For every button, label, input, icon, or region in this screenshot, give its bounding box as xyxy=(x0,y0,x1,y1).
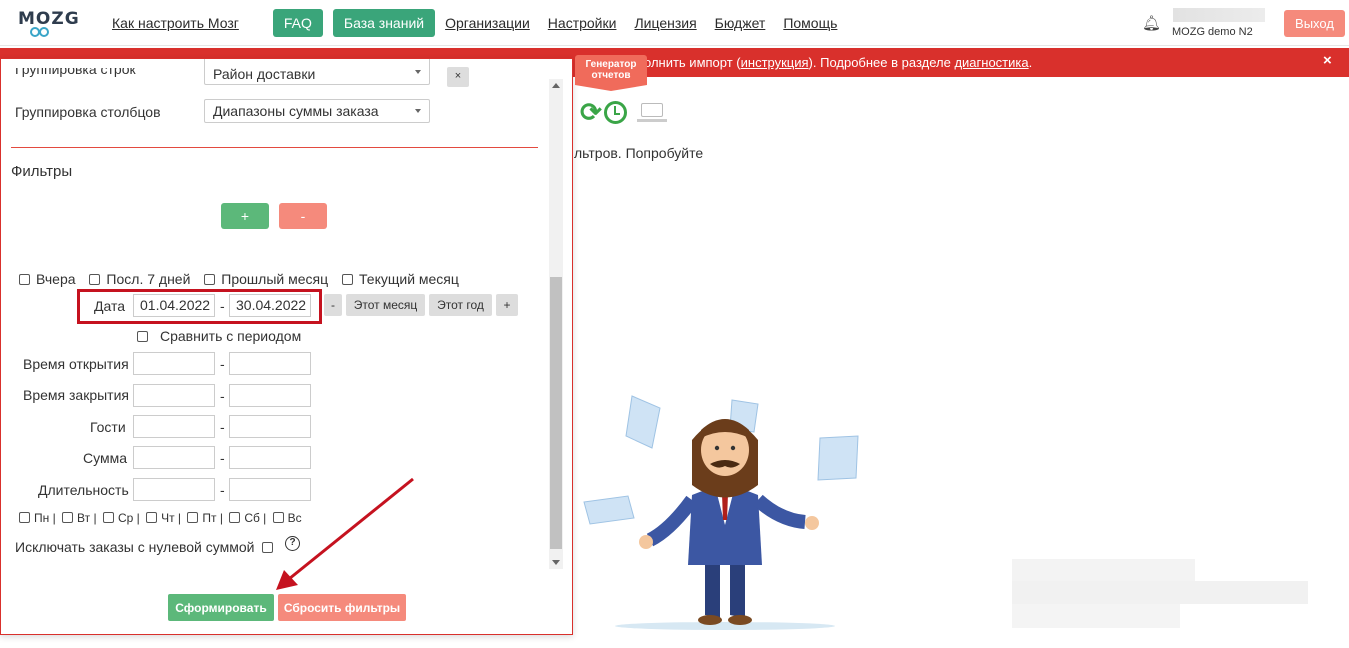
weekday-thu[interactable]: Чт | xyxy=(146,511,181,525)
sum-to[interactable] xyxy=(229,446,311,469)
date-prev-button[interactable]: - xyxy=(324,294,342,316)
duration-label: Длительность xyxy=(38,482,129,498)
blurred-area-3 xyxy=(1012,604,1180,628)
logo-drops-icon xyxy=(30,27,49,37)
duration-from[interactable] xyxy=(133,478,215,501)
col-grouping-label: Группировка столбцов xyxy=(15,104,161,120)
quick-current-month[interactable]: Текущий месяц xyxy=(342,271,459,287)
quick-last-month[interactable]: Прошлый месяц xyxy=(204,271,328,287)
weekday-fri[interactable]: Пт | xyxy=(187,511,223,525)
nav-link-help[interactable]: Помощь xyxy=(783,15,837,31)
main-nav: Как настроить Мозг FAQ База знаний Орган… xyxy=(112,0,855,46)
date-next-button[interactable]: + xyxy=(496,294,518,316)
nav-button-faq[interactable]: FAQ xyxy=(272,9,323,37)
top-navbar: MOZG Как настроить Мозг FAQ База знаний … xyxy=(0,0,1349,46)
close-time-to[interactable] xyxy=(229,384,311,407)
panel-scrollbar[interactable] xyxy=(549,79,563,569)
col-grouping-select[interactable]: Диапазоны суммы заказа xyxy=(204,99,430,123)
nav-link-setup[interactable]: Как настроить Мозг xyxy=(112,15,239,31)
exclude-zero-checkbox[interactable] xyxy=(262,542,274,553)
this-year-button[interactable]: Этот год xyxy=(429,294,492,316)
this-month-button[interactable]: Этот месяц xyxy=(346,294,425,316)
quick-period-options: Вчера Посл. 7 дней Прошлый месяц Текущий… xyxy=(19,271,469,287)
alert-link-diagnostics[interactable]: диагностика xyxy=(954,55,1028,70)
date-label: Дата xyxy=(94,298,126,314)
nav-link-license[interactable]: Лицензия xyxy=(634,15,696,31)
logout-button[interactable]: Выход xyxy=(1284,10,1345,37)
reset-filters-button[interactable]: Сбросить фильтры xyxy=(278,594,406,621)
remove-filter-button[interactable]: - xyxy=(279,203,327,229)
weekday-wed[interactable]: Ср | xyxy=(102,511,140,525)
scroll-up-icon[interactable] xyxy=(552,83,560,88)
exclude-zero-label: Исключать заказы с нулевой суммой xyxy=(15,539,279,555)
nav-link-budget[interactable]: Бюджет xyxy=(715,15,766,31)
guests-label: Гости xyxy=(90,419,126,435)
sum-label: Сумма xyxy=(83,450,127,466)
close-time-from[interactable] xyxy=(133,384,215,407)
filters-title: Фильтры xyxy=(11,163,73,180)
sum-from[interactable] xyxy=(133,446,215,469)
weekday-sun[interactable]: Вс xyxy=(272,511,302,525)
open-time-to[interactable] xyxy=(229,352,311,375)
row-grouping-label: Группировка строк xyxy=(15,68,136,77)
alert-text: олнить импорт (инструкция). Подробнее в … xyxy=(644,55,1033,70)
nav-link-settings[interactable]: Настройки xyxy=(548,15,617,31)
user-name[interactable]: MOZG demo N2 xyxy=(1172,26,1253,38)
weekday-mon[interactable]: Пн | xyxy=(19,511,56,525)
filter-panel-scroll-area: Группировка строк Район доставки × Групп… xyxy=(1,59,547,569)
report-toolbar: ⟳ xyxy=(580,99,667,125)
alert-link-instruction[interactable]: инструкция xyxy=(741,55,809,70)
blurred-area-1 xyxy=(1012,559,1195,581)
empty-hint-text: льтров. Попробуйте xyxy=(574,145,704,161)
help-icon[interactable]: ? xyxy=(285,536,300,551)
clock-icon[interactable] xyxy=(603,100,627,124)
blurred-area-2 xyxy=(1012,581,1308,604)
close-time-label: Время закрытия xyxy=(23,387,129,403)
user-avatar-blurred xyxy=(1173,8,1265,22)
weekday-options: Пн | Вт | Ср | Чт | Пт | Сб | Вс xyxy=(19,511,305,525)
quick-last-7-days[interactable]: Посл. 7 дней xyxy=(89,271,190,287)
remove-grouping-button[interactable]: × xyxy=(447,67,469,87)
date-from-input[interactable]: 01.04.2022 xyxy=(133,294,215,317)
generate-report-button[interactable]: Сформировать xyxy=(168,594,274,621)
bell-icon[interactable]: 🔔︎ xyxy=(1142,14,1161,32)
alert-close-icon[interactable]: × xyxy=(1323,52,1332,69)
laptop-icon[interactable] xyxy=(636,103,667,122)
quick-yesterday[interactable]: Вчера xyxy=(19,271,76,287)
report-generator-tab[interactable]: Генератор отчетов xyxy=(575,55,647,91)
duration-to[interactable] xyxy=(229,478,311,501)
date-to-input[interactable]: 30.04.2022 xyxy=(229,294,311,317)
compare-period-checkbox[interactable]: Сравнить с периодом xyxy=(137,328,301,344)
row-grouping-select[interactable]: Район доставки xyxy=(204,59,430,85)
guests-to[interactable] xyxy=(229,415,311,438)
nav-button-knowledge-base[interactable]: База знаний xyxy=(332,9,436,37)
scroll-down-icon[interactable] xyxy=(552,560,560,565)
weekday-tue[interactable]: Вт | xyxy=(62,511,97,525)
add-filter-button[interactable]: + xyxy=(221,203,269,229)
open-time-label: Время открытия xyxy=(23,356,129,372)
refresh-icon[interactable]: ⟳ xyxy=(580,99,602,125)
weekday-sat[interactable]: Сб | xyxy=(229,511,266,525)
scroll-thumb[interactable] xyxy=(550,277,562,549)
guests-from[interactable] xyxy=(133,415,215,438)
filter-panel: Группировка строк Район доставки × Групп… xyxy=(0,58,573,635)
section-divider xyxy=(11,147,538,148)
open-time-from[interactable] xyxy=(133,352,215,375)
nav-link-organizations[interactable]: Организации xyxy=(445,15,530,31)
confused-man-illustration xyxy=(583,395,859,630)
